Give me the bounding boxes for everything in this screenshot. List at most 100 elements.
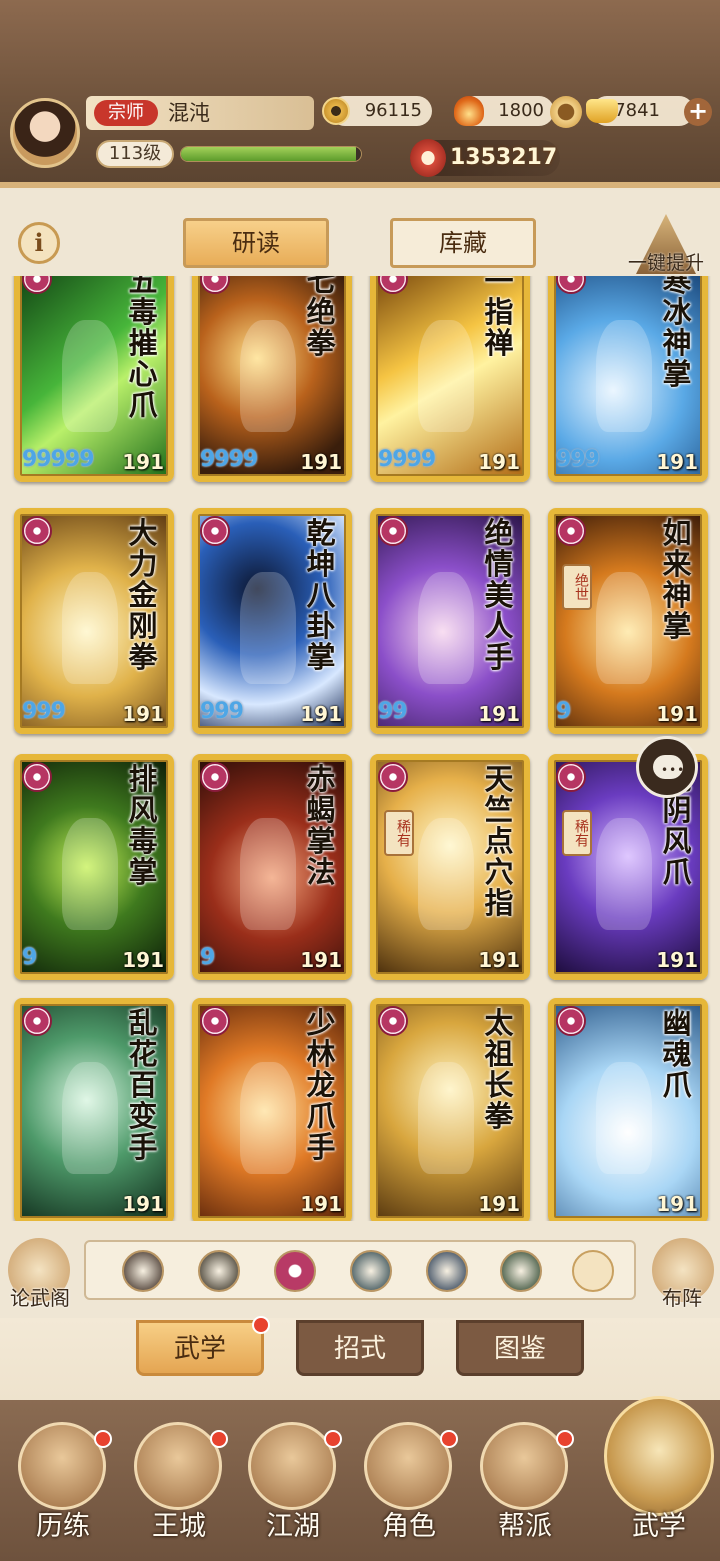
palm-type-icon — [22, 1006, 52, 1036]
tab-study[interactable]: 研读 — [183, 218, 329, 268]
skill-card[interactable]: 如来神掌 绝世 9 191 — [548, 508, 708, 734]
skill-level: 191 — [122, 1192, 164, 1216]
nav-label[interactable]: 角色 — [354, 1504, 464, 1543]
skill-card[interactable]: 寒冰神掌 999 191 — [548, 276, 708, 482]
skill-level: 191 — [478, 948, 520, 972]
star-drops: 99 — [378, 699, 408, 724]
player-level: 113级 — [96, 140, 174, 168]
silver-coin-icon — [322, 97, 350, 125]
skill-name: 少林龙爪手 — [306, 1006, 336, 1164]
skill-level: 191 — [122, 450, 164, 474]
nav-label[interactable]: 历练 — [8, 1504, 118, 1543]
palm-type-icon — [556, 276, 586, 294]
skill-card-grid[interactable]: 五毒摧心爪 99999 191 七绝拳 9999 191 一指禅 9999 191 寒冰神掌 999… — [0, 276, 720, 1221]
weapon-icon[interactable] — [122, 1250, 164, 1292]
skill-card[interactable]: 一指禅 9999 191 — [370, 276, 530, 482]
xp-bar-fill — [181, 147, 356, 161]
notification-dot — [556, 1430, 574, 1448]
power-icon — [410, 139, 446, 177]
fan-icon[interactable] — [350, 1250, 392, 1292]
notification-dot — [210, 1430, 228, 1448]
character-art — [240, 320, 296, 432]
collapse-up-icon[interactable] — [572, 1250, 614, 1292]
nav-6-icon[interactable] — [604, 1396, 714, 1516]
sword-icon[interactable] — [198, 1250, 240, 1292]
skill-card[interactable]: 赤蝎掌法 9 191 — [192, 754, 352, 980]
formation-label[interactable]: 布阵 — [646, 1282, 718, 1311]
skill-level: 191 — [122, 702, 164, 726]
tab-storage[interactable]: 库藏 — [390, 218, 536, 268]
star-drops: 999 — [200, 699, 244, 724]
palm-type-icon — [200, 276, 230, 294]
skill-level: 191 — [122, 948, 164, 972]
skill-name: 大力金刚拳 — [128, 516, 158, 674]
pot-icon[interactable] — [500, 1250, 542, 1292]
palm-type-icon — [378, 276, 408, 294]
nav-1-icon[interactable] — [18, 1422, 106, 1510]
star-drops: 9 — [200, 945, 215, 970]
notification-dot — [440, 1430, 458, 1448]
skill-level: 191 — [478, 702, 520, 726]
palm-type-icon — [200, 516, 230, 546]
star-drops: 9999 — [378, 447, 436, 472]
nav-label[interactable]: 帮派 — [470, 1504, 580, 1543]
star-drops: 999 — [556, 447, 600, 472]
skill-name: 排风毒掌 — [128, 762, 158, 889]
star-drops: 9 — [556, 699, 571, 724]
skill-card[interactable]: 少林龙爪手 191 — [192, 998, 352, 1221]
nav-4-icon[interactable] — [364, 1422, 452, 1510]
character-art — [418, 818, 474, 930]
nav-label[interactable]: 江湖 — [238, 1504, 348, 1543]
palm-type-icon — [378, 762, 408, 792]
coin-stack-icon[interactable] — [550, 96, 582, 128]
subtab-moves[interactable]: 招式 — [296, 1320, 424, 1376]
rank-badge: 宗师 — [94, 100, 158, 126]
skill-card[interactable]: 太祖长拳 191 — [370, 998, 530, 1221]
subtab-codex[interactable]: 图鉴 — [456, 1320, 584, 1376]
skill-card[interactable]: 五毒摧心爪 99999 191 — [14, 276, 174, 482]
skill-card[interactable]: 绝情美人手 99 191 — [370, 508, 530, 734]
character-art — [596, 818, 652, 930]
skill-name: 如来神掌 — [662, 516, 692, 643]
skill-card[interactable]: 乱花百变手 191 — [14, 998, 174, 1221]
player-avatar[interactable] — [10, 98, 80, 168]
palm-type-icon — [22, 762, 52, 792]
skill-name: 太祖长拳 — [484, 1006, 514, 1133]
add-gold-button[interactable]: + — [684, 98, 712, 126]
info-button[interactable]: i — [18, 222, 60, 264]
skill-card[interactable]: 大力金刚拳 999 191 — [14, 508, 174, 734]
nav-label[interactable]: 王城 — [124, 1504, 234, 1543]
character-art — [240, 572, 296, 684]
character-art — [240, 1062, 296, 1174]
skill-level: 191 — [300, 702, 342, 726]
nav-label[interactable]: 武学 — [604, 1504, 714, 1543]
character-art — [418, 1062, 474, 1174]
character-art — [62, 1062, 118, 1174]
skill-card[interactable]: 七绝拳 9999 191 — [192, 276, 352, 482]
skill-level: 191 — [656, 948, 698, 972]
palm-type-icon — [22, 516, 52, 546]
skill-card[interactable]: 幽魂爪 191 — [548, 998, 708, 1221]
skill-card[interactable]: 乾坤八卦掌 999 191 — [192, 508, 352, 734]
palm-type-icon — [378, 516, 408, 546]
subtab-martial[interactable]: 武学 — [136, 1320, 264, 1376]
nav-3-icon[interactable] — [248, 1422, 336, 1510]
nav-5-icon[interactable] — [480, 1422, 568, 1510]
chat-bubble-icon[interactable]: ••• — [636, 736, 698, 798]
skill-card[interactable]: 天竺点穴指 稀有 191 — [370, 754, 530, 980]
lunwu-pavilion-label[interactable]: 论武阁 — [4, 1282, 76, 1311]
skill-level: 191 — [300, 1192, 342, 1216]
one-key-upgrade-label[interactable]: 一键提升 — [620, 248, 712, 275]
taichi-icon[interactable] — [426, 1250, 468, 1292]
skill-name: 一指禅 — [484, 276, 514, 360]
character-art — [596, 572, 652, 684]
palm-icon[interactable] — [274, 1250, 316, 1292]
skill-name: 赤蝎掌法 — [306, 762, 336, 889]
skill-name: 五毒摧心爪 — [128, 276, 158, 422]
character-art — [62, 818, 118, 930]
skill-level: 191 — [656, 702, 698, 726]
skill-card[interactable]: 排风毒掌 9 191 — [14, 754, 174, 980]
nav-2-icon[interactable] — [134, 1422, 222, 1510]
gold-ingot-icon — [586, 99, 618, 123]
character-art — [418, 320, 474, 432]
